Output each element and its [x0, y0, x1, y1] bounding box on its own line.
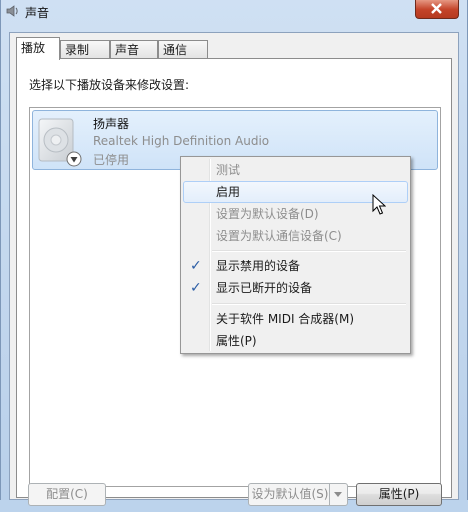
title-bar[interactable]: 声音 [1, 0, 467, 24]
tab-sounds[interactable]: 声音 [110, 40, 158, 59]
tab-recording[interactable]: 录制 [60, 40, 110, 59]
device-name: 扬声器 [93, 117, 130, 131]
context-menu: 测试 启用 设置为默认设备(D) 设置为默认通信设备(C) ✓ 显示禁用的设备 … [180, 156, 411, 354]
close-icon [431, 3, 442, 14]
menu-separator [212, 250, 406, 252]
close-button[interactable] [415, 0, 459, 19]
configure-button[interactable]: 配置(C) [28, 483, 106, 506]
tab-playback[interactable]: 播放 [16, 37, 60, 60]
set-default-button[interactable]: 设为默认值(S) [248, 483, 348, 506]
device-status: 已停用 [93, 153, 130, 167]
chevron-down-icon[interactable] [329, 484, 347, 505]
menu-separator [212, 303, 406, 305]
menu-item-show-disabled[interactable]: ✓ 显示禁用的设备 [183, 255, 408, 277]
menu-item-about-midi[interactable]: 关于软件 MIDI 合成器(M) [183, 308, 408, 330]
checkmark-icon: ✓ [190, 280, 202, 296]
menu-item-show-disconnected[interactable]: ✓ 显示已断开的设备 [183, 277, 408, 299]
properties-button[interactable]: 属性(P) [356, 483, 442, 506]
device-driver: Realtek High Definition Audio [93, 134, 270, 148]
tab-communications[interactable]: 通信 [158, 40, 208, 59]
instruction-text: 选择以下播放设备来修改设置: [29, 78, 190, 92]
checkmark-icon: ✓ [190, 258, 202, 274]
speaker-app-icon [5, 3, 21, 19]
menu-item-test[interactable]: 测试 [183, 159, 408, 181]
menu-item-properties[interactable]: 属性(P) [183, 330, 408, 352]
window-title: 声音 [25, 6, 50, 20]
menu-item-set-default-communication[interactable]: 设置为默认通信设备(C) [183, 225, 408, 247]
mouse-cursor-icon [372, 194, 386, 215]
speaker-device-icon [37, 115, 85, 167]
